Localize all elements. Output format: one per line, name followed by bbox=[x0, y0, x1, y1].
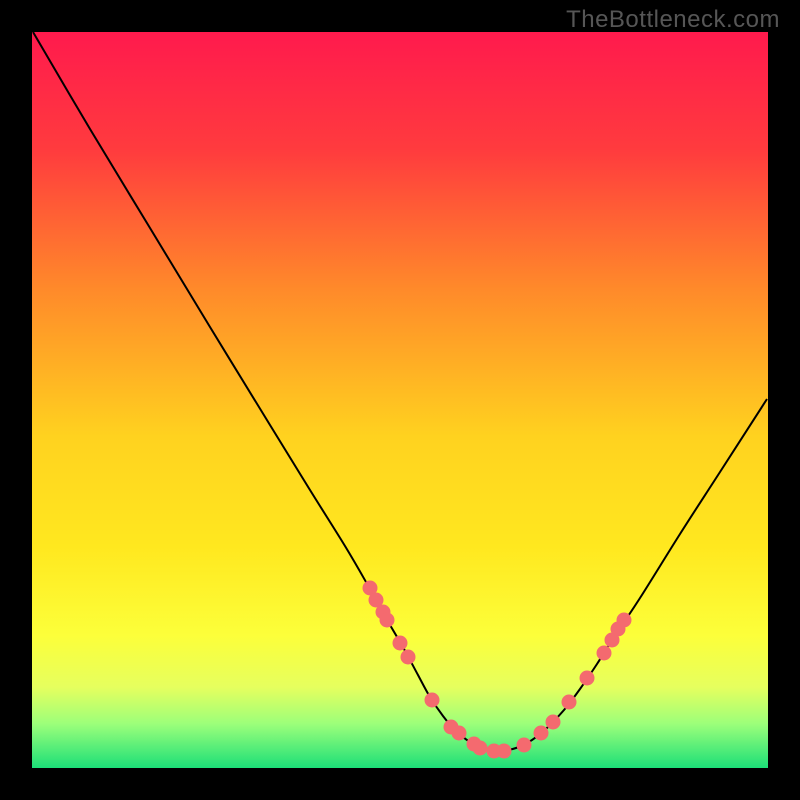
dot bbox=[562, 695, 577, 710]
dot bbox=[597, 646, 612, 661]
dot bbox=[517, 738, 532, 753]
chart-svg bbox=[0, 0, 800, 800]
dot bbox=[380, 613, 395, 628]
dot bbox=[617, 613, 632, 628]
dot bbox=[534, 726, 549, 741]
dot bbox=[452, 726, 467, 741]
chart-frame: TheBottleneck.com bbox=[0, 0, 800, 800]
dot bbox=[580, 671, 595, 686]
dot bbox=[401, 650, 416, 665]
dot bbox=[473, 741, 488, 756]
dot bbox=[393, 636, 408, 651]
dot bbox=[546, 715, 561, 730]
dot bbox=[497, 744, 512, 759]
gradient-background bbox=[32, 32, 768, 768]
dot bbox=[425, 693, 440, 708]
